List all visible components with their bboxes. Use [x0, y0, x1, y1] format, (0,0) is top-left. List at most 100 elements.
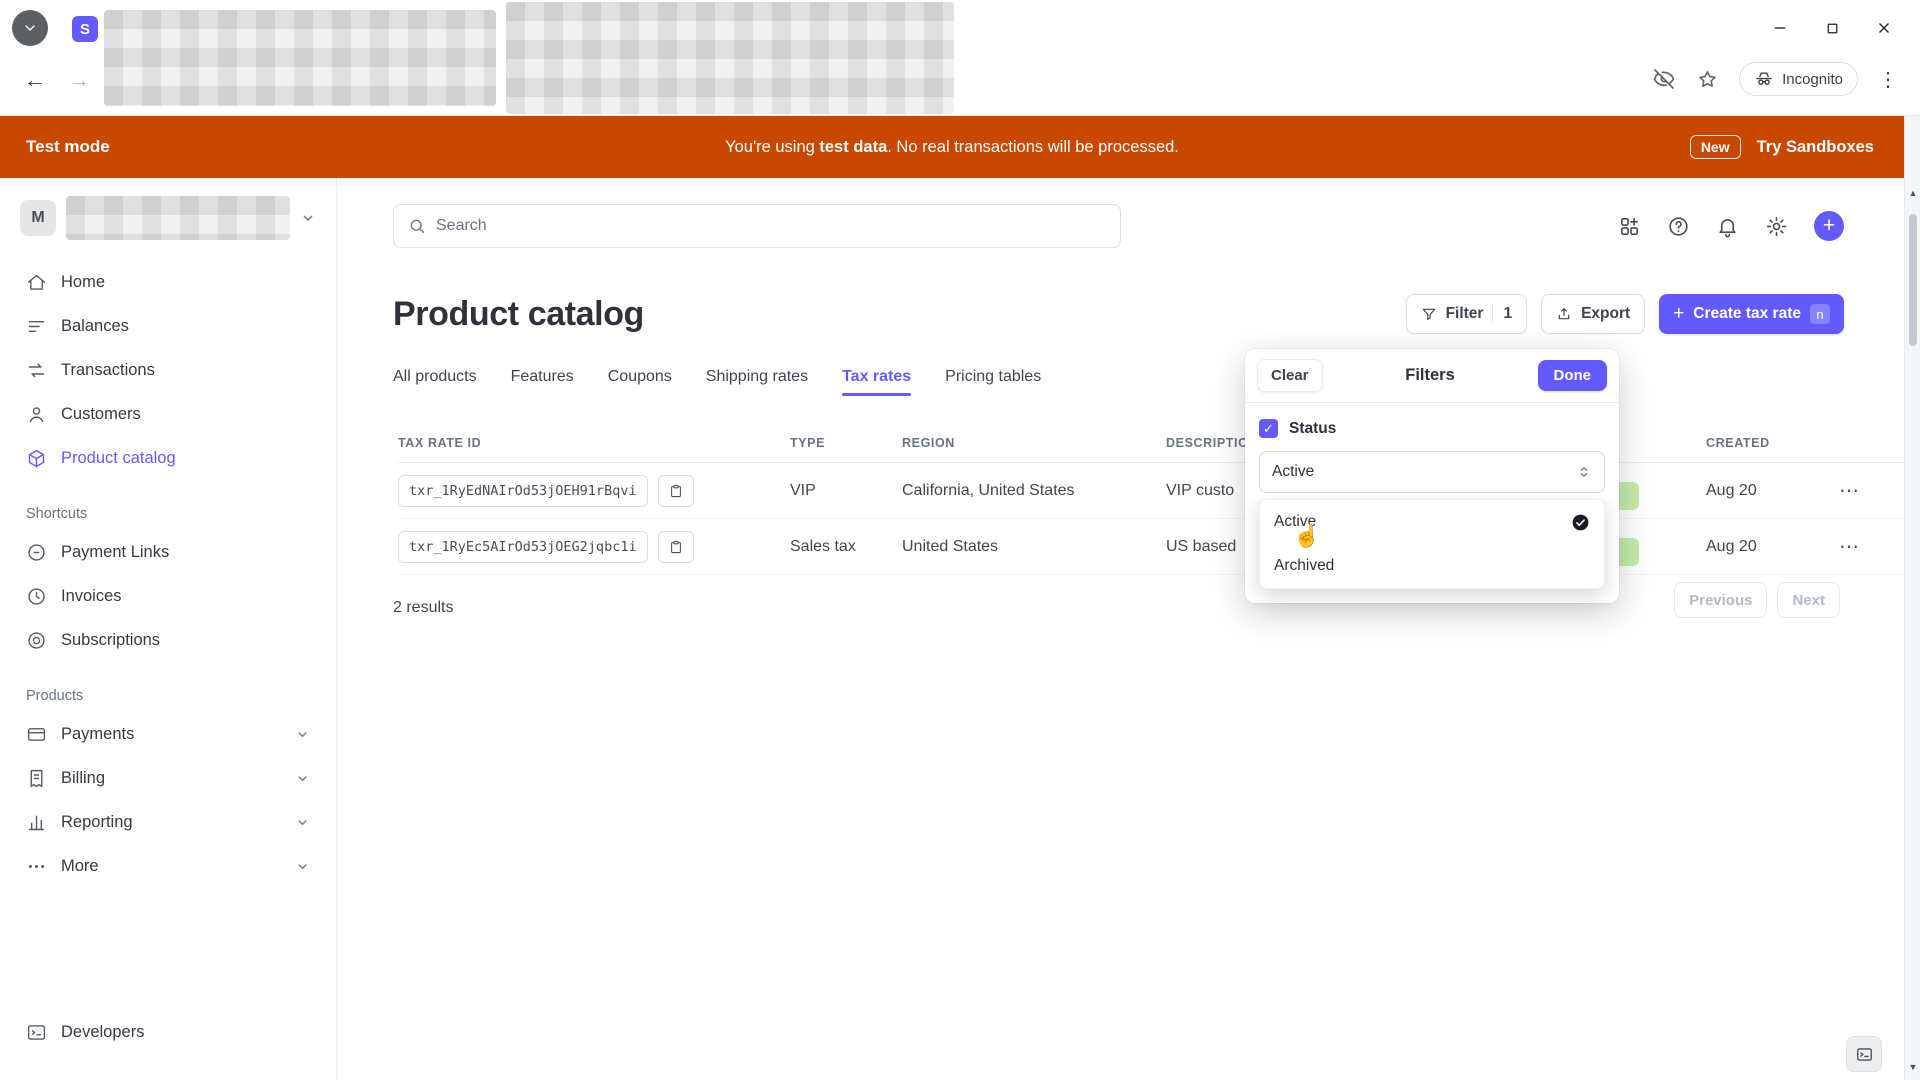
page-scrollbar[interactable]: ▲ ▼ [1904, 116, 1920, 1080]
column-tax-rate-id: TAX RATE ID [398, 436, 790, 450]
next-page-button[interactable]: Next [1777, 582, 1840, 618]
tab-search-button[interactable] [12, 10, 48, 46]
cell-region: United States [902, 538, 1166, 556]
done-button[interactable]: Done [1538, 360, 1608, 391]
tab-features[interactable]: Features [511, 368, 574, 396]
copy-id-button[interactable] [658, 475, 694, 507]
redacted-tab-title [104, 10, 496, 106]
help-icon[interactable] [1667, 215, 1690, 238]
mouse-cursor: ☝ [1293, 523, 1320, 549]
sidebar-item-subscriptions[interactable]: Subscriptions [16, 618, 320, 662]
create-plus-icon[interactable]: + [1814, 211, 1844, 241]
filters-popover: Clear Filters Done ✓ Status Active Activ… [1245, 349, 1619, 603]
sidebar-item-billing[interactable]: Billing [16, 756, 320, 800]
sidebar-item-label: More [61, 857, 99, 876]
sidebar: M Home Balances Transactions Customers [0, 178, 337, 1080]
catalog-tabs: All products Features Coupons Shipping r… [393, 368, 1904, 396]
try-sandboxes-link[interactable]: Try Sandboxes [1757, 138, 1874, 157]
incognito-label: Incognito [1782, 71, 1843, 88]
preview-eye-off-icon[interactable] [1652, 67, 1676, 91]
global-search[interactable] [393, 204, 1121, 248]
sidebar-item-home[interactable]: Home [16, 260, 320, 304]
payments-icon [26, 724, 47, 745]
create-tax-rate-label: Create tax rate [1693, 305, 1801, 323]
sidebar-item-transactions[interactable]: Transactions [16, 348, 320, 392]
new-badge: New [1690, 135, 1741, 159]
product-catalog-icon [26, 448, 47, 469]
sidebar-item-label: Balances [61, 317, 129, 336]
incognito-icon [1754, 69, 1774, 89]
filters-title: Filters [1323, 366, 1538, 385]
scroll-down-icon[interactable]: ▼ [1905, 1062, 1920, 1072]
main-content: + Product catalog Filter 1 Export [337, 178, 1904, 1080]
sidebar-item-reporting[interactable]: Reporting [16, 800, 320, 844]
sidebar-item-payments[interactable]: Payments [16, 712, 320, 756]
table-row[interactable]: txr_1RyEc5AIrOd53jOEG2jqbc1i Sales tax U… [398, 519, 1904, 575]
option-label: Archived [1274, 557, 1334, 575]
account-avatar: M [20, 200, 56, 236]
table-row[interactable]: txr_1RyEdNAIrOd53jOEH91rBqvi VIP Califor… [398, 463, 1904, 519]
account-switcher[interactable]: M [16, 196, 320, 240]
sidebar-item-label: Billing [61, 769, 105, 788]
settings-gear-icon[interactable] [1765, 215, 1788, 238]
sidebar-item-customers[interactable]: Customers [16, 392, 320, 436]
column-region: REGION [902, 436, 1166, 450]
chevron-down-icon [295, 859, 310, 874]
create-tax-rate-button[interactable]: + Create tax rate n [1659, 294, 1844, 334]
notifications-bell-icon[interactable] [1716, 215, 1739, 238]
row-actions-button[interactable]: ⋯ [1839, 534, 1860, 559]
tab-pricing-tables[interactable]: Pricing tables [945, 368, 1041, 396]
tab-coupons[interactable]: Coupons [608, 368, 672, 396]
cell-type: Sales tax [790, 538, 902, 556]
sidebar-item-label: Transactions [61, 361, 155, 380]
browser-menu-icon[interactable]: ⋮ [1878, 67, 1898, 92]
tab-tax-rates[interactable]: Tax rates [842, 368, 911, 396]
copy-id-button[interactable] [658, 531, 694, 563]
plus-icon: + [1673, 303, 1684, 325]
stripe-dashboard: Test mode You're using test data. No rea… [0, 116, 1904, 1080]
status-select[interactable]: Active [1259, 451, 1605, 493]
sidebar-item-more[interactable]: More [16, 844, 320, 888]
cell-created: Aug 20 [1706, 482, 1757, 500]
sidebar-item-label: Reporting [61, 813, 133, 832]
more-dots-icon [26, 856, 47, 877]
developer-console-button[interactable] [1846, 1036, 1882, 1072]
sidebar-item-balances[interactable]: Balances [16, 304, 320, 348]
filter-label: Filter [1446, 305, 1484, 323]
payment-links-icon [26, 542, 47, 563]
tab-shipping-rates[interactable]: Shipping rates [706, 368, 808, 396]
minimize-button[interactable] [1754, 8, 1806, 48]
search-input[interactable] [436, 217, 1106, 235]
export-button[interactable]: Export [1541, 294, 1645, 334]
close-button[interactable] [1858, 8, 1910, 48]
scrollbar-thumb[interactable] [1909, 214, 1917, 346]
sidebar-item-product-catalog[interactable]: Product catalog [16, 436, 320, 480]
row-actions-button[interactable]: ⋯ [1839, 478, 1860, 503]
browser-forward-button[interactable]: → [68, 68, 90, 92]
clear-filters-button[interactable]: Clear [1257, 359, 1323, 392]
option-archived[interactable]: Archived [1260, 544, 1604, 588]
column-created: CREATED [1706, 436, 1866, 450]
apps-grid-icon[interactable] [1618, 215, 1641, 238]
browser-back-button[interactable]: ← [24, 68, 46, 92]
sidebar-item-invoices[interactable]: Invoices [16, 574, 320, 618]
chevron-down-icon [295, 771, 310, 786]
column-type: TYPE [790, 436, 902, 450]
scroll-up-icon[interactable]: ▲ [1905, 188, 1920, 198]
tab-all-products[interactable]: All products [393, 368, 477, 396]
sidebar-item-payment-links[interactable]: Payment Links [16, 530, 320, 574]
status-checkbox[interactable]: ✓ [1259, 419, 1278, 438]
maximize-button[interactable] [1806, 8, 1858, 48]
tax-rate-id-chip[interactable]: txr_1RyEdNAIrOd53jOEH91rBqvi [398, 475, 648, 507]
bookmark-star-icon[interactable] [1696, 68, 1719, 91]
sidebar-item-developers[interactable]: Developers [16, 1010, 320, 1054]
customers-icon [26, 404, 47, 425]
export-icon [1556, 306, 1572, 322]
previous-page-button[interactable]: Previous [1674, 582, 1767, 618]
table-header: TAX RATE ID TYPE REGION DESCRIPTION CREA… [398, 436, 1904, 463]
balances-icon [26, 316, 47, 337]
chevron-down-icon [295, 815, 310, 830]
tax-rate-id-chip[interactable]: txr_1RyEc5AIrOd53jOEG2jqbc1i [398, 531, 648, 563]
filter-button[interactable]: Filter 1 [1406, 294, 1528, 334]
chevron-down-icon [300, 210, 316, 226]
